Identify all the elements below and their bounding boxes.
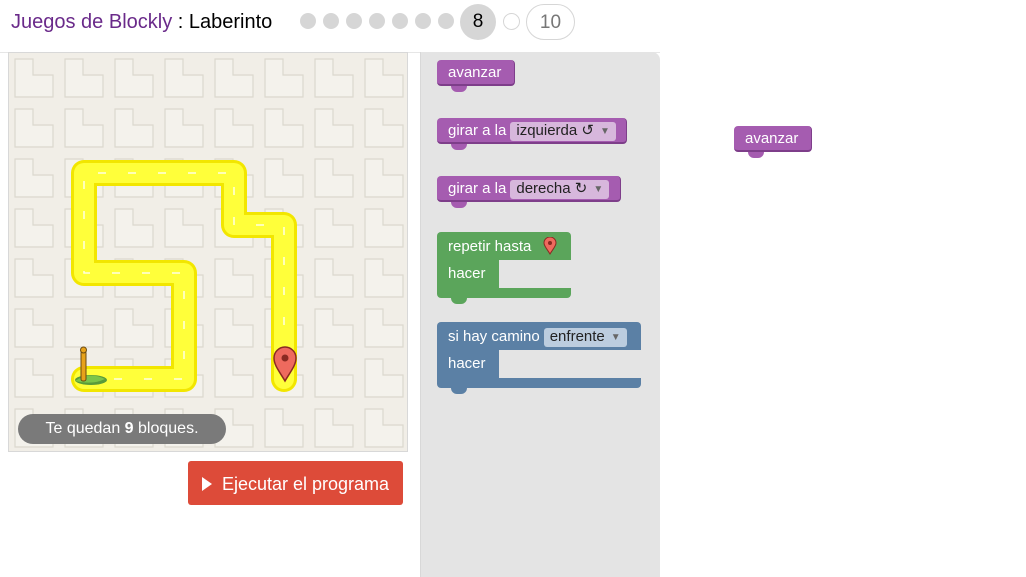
level-current[interactable]: 8 (460, 4, 496, 40)
move-forward-label: avanzar (448, 64, 502, 81)
capacity-count: 9 (124, 420, 134, 437)
level-dot-5[interactable] (392, 13, 408, 29)
workspace-block-label: avanzar (745, 130, 799, 147)
if-path-label: si hay camino (448, 328, 540, 345)
block-toolbox: avanzar girar a la izquierda ↺ ▼ girar a l… (420, 52, 660, 577)
app-title-link[interactable]: Juegos de Blockly (11, 11, 172, 33)
finish-marker-icon (543, 237, 557, 255)
if-do-label: hacer (448, 355, 486, 372)
toolbox-block-repeat-until[interactable]: repetir hasta hacer (437, 232, 571, 304)
toolbox-block-if-path[interactable]: si hay camino enfrente ▼ hacer (437, 322, 641, 394)
level-last[interactable]: 10 (526, 4, 575, 40)
turn-left-dropdown[interactable]: izquierda ↺ ▼ (510, 122, 616, 141)
level-dot-2[interactable] (323, 13, 339, 29)
toolbox-block-turn-left[interactable]: girar a la izquierda ↺ ▼ (437, 118, 629, 152)
turn-left-label: girar a la (448, 122, 507, 139)
level-dot-4[interactable] (369, 13, 385, 29)
maze-svg (9, 53, 407, 451)
run-program-label: Ejecutar el programa (221, 474, 390, 494)
if-path-dropdown[interactable]: enfrente ▼ (543, 328, 627, 347)
level-dot-9[interactable] (503, 13, 520, 30)
header: Juegos de Blockly : Laberinto 8 10 (0, 0, 1026, 53)
capacity-badge: Te quedan 9 bloques. (18, 414, 226, 444)
level-dot-7[interactable] (438, 13, 454, 29)
turn-right-label: girar a la (448, 180, 507, 197)
program-workspace[interactable]: avanzar (660, 52, 1026, 577)
maze-board (8, 52, 408, 452)
toolbox-block-turn-right[interactable]: girar a la derecha ↻ ▼ (437, 176, 623, 210)
level-dot-6[interactable] (415, 13, 431, 29)
title-separator: : (172, 11, 189, 33)
repeat-until-label: repetir hasta (448, 238, 532, 255)
level-dot-3[interactable] (346, 13, 362, 29)
repeat-do-label: hacer (448, 265, 486, 282)
turn-left-option: izquierda ↺ (516, 122, 594, 139)
game-title: Laberinto (188, 11, 273, 33)
workspace-block-move-forward[interactable]: avanzar (734, 126, 814, 160)
capacity-prefix: Te quedan (45, 420, 125, 437)
if-path-option: enfrente (549, 328, 605, 345)
turn-right-option: derecha ↻ (516, 180, 588, 197)
capacity-suffix: bloques. (133, 420, 199, 437)
run-program-button[interactable]: Ejecutar el programa (188, 461, 403, 505)
turn-right-dropdown[interactable]: derecha ↻ ▼ (510, 180, 610, 199)
play-icon (201, 477, 212, 491)
dropdown-arrow-icon: ▼ (593, 184, 604, 195)
page-title: Juegos de Blockly : Laberinto (11, 11, 272, 34)
level-dot-1[interactable] (300, 13, 316, 29)
dropdown-arrow-icon: ▼ (610, 332, 621, 343)
toolbox-block-move-forward[interactable]: avanzar (437, 60, 517, 94)
dropdown-arrow-icon: ▼ (599, 126, 610, 137)
